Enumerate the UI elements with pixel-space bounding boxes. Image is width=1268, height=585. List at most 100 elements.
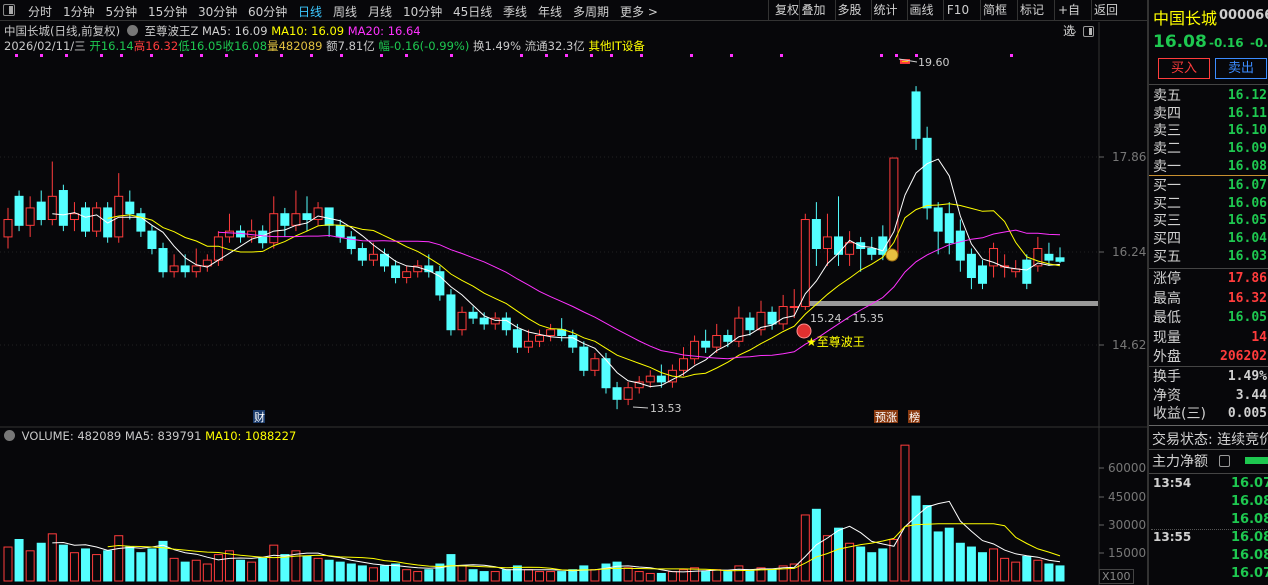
- candle-body: [778, 306, 788, 325]
- signal-dot: [895, 54, 898, 57]
- bid-row: 买五 16.03: [1153, 248, 1268, 266]
- row-value: 16.32: [1227, 290, 1267, 306]
- candle-body: [81, 207, 91, 232]
- trade-status: 交易状态: 连续竞价: [1152, 432, 1268, 448]
- candle-body: [213, 236, 223, 261]
- candle-body: [224, 230, 234, 238]
- buy-button[interactable]: 买入: [1158, 58, 1210, 79]
- tick-row: 16.07: [1153, 566, 1268, 584]
- signal-dot: [340, 54, 343, 57]
- volume-bar: [690, 567, 700, 582]
- volume-bar: [291, 550, 301, 582]
- row-label: 最高: [1153, 290, 1181, 307]
- row-value: 14: [1251, 329, 1267, 345]
- volume-bar: [1033, 559, 1043, 582]
- volume-bar: [612, 561, 622, 582]
- volume-bar: [258, 557, 268, 582]
- bid-row: 买二 16.06: [1153, 195, 1268, 213]
- candle-body: [645, 375, 655, 383]
- high-price-label: 19.60: [918, 56, 950, 69]
- volume-bar: [634, 571, 644, 582]
- volume-bar: [224, 550, 234, 582]
- price-change: -0.16: [1209, 36, 1244, 50]
- signal-dot: [545, 54, 548, 57]
- price-axis-label: 16.24: [1112, 245, 1147, 259]
- volume-bar: [479, 571, 489, 582]
- volume-bar: [701, 571, 711, 582]
- list-icon[interactable]: [1219, 455, 1230, 467]
- price-change-pct: -0.99%: [1250, 36, 1268, 50]
- candle-body: [280, 213, 290, 226]
- candle-body: [922, 137, 932, 209]
- row-label: 卖四: [1153, 105, 1181, 122]
- signal-dot: [640, 54, 643, 57]
- row-label: 卖二: [1153, 141, 1181, 158]
- signal-dot: [280, 54, 283, 57]
- candle-body: [269, 213, 279, 244]
- candle-body: [845, 242, 855, 255]
- candle-body: [191, 265, 201, 273]
- candle-body: [579, 346, 589, 371]
- candle-body: [357, 248, 367, 261]
- candle-body: [457, 311, 467, 331]
- candle-body: [25, 207, 35, 226]
- ask-row: 卖二 16.09: [1153, 140, 1268, 158]
- stock-name: 中国长城: [1153, 9, 1218, 28]
- stat-row: 现量 14: [1153, 329, 1268, 347]
- volume-bar: [81, 548, 91, 582]
- signal-dot: [310, 54, 313, 57]
- candle-body: [291, 213, 301, 226]
- volume-bar: [1011, 561, 1021, 582]
- row-label: 卖五: [1153, 88, 1181, 104]
- kline-chart[interactable]: 19.60 13.53 15.24 - 15.35 ★至尊波王财 预涨榜: [0, 0, 1147, 585]
- volume-bar: [402, 569, 412, 582]
- row-label: 买三: [1153, 213, 1181, 230]
- volume-bar: [1000, 557, 1010, 582]
- candle-body: [125, 201, 135, 215]
- row-value: 0.005: [1227, 406, 1267, 421]
- candle-body: [479, 317, 489, 325]
- volume-bar: [656, 572, 666, 582]
- volume-bar: [745, 569, 755, 582]
- volume-bar: [202, 563, 212, 582]
- volume-bar: [180, 561, 190, 582]
- volume-ma5: MA5: 839791: [124, 429, 202, 443]
- row-label: 涨停: [1153, 271, 1181, 287]
- signal-dot: [565, 54, 568, 57]
- volume-bar: [36, 542, 46, 582]
- volume-bar: [468, 569, 478, 582]
- volume-dropdown-icon[interactable]: [4, 430, 15, 441]
- candle-body: [14, 195, 24, 226]
- bid-row: 买四 16.04: [1153, 230, 1268, 248]
- signal-dot: [40, 54, 43, 57]
- row-value: 16.03: [1227, 248, 1267, 264]
- candle-body: [612, 387, 622, 400]
- forecast-tag: 预: [875, 411, 886, 424]
- candle-body: [302, 213, 312, 221]
- volume-bar: [125, 546, 135, 582]
- volume-bar: [357, 565, 367, 582]
- signal-dot: [100, 54, 103, 57]
- volume-bar: [734, 565, 744, 582]
- low-price-label: 13.53: [650, 402, 682, 415]
- signal-dot: [150, 54, 153, 57]
- sell-button[interactable]: 卖出: [1215, 58, 1267, 79]
- money-bag-icon: [885, 248, 899, 262]
- candle-body: [158, 248, 168, 273]
- volume-bar: [922, 505, 932, 582]
- row-value: 16.11: [1227, 105, 1267, 121]
- volume-bar: [856, 546, 866, 582]
- support-range-label: 15.24 - 15.35: [810, 312, 884, 325]
- candle-body: [678, 358, 688, 371]
- volume-bar: [767, 569, 777, 582]
- stat-row: 外盘 206202: [1153, 348, 1268, 366]
- volume-bar: [723, 571, 733, 582]
- volume-unit: X100: [1099, 569, 1134, 584]
- volume-bar: [69, 552, 79, 582]
- signal-dot: [610, 54, 613, 57]
- row-value: 16.05: [1227, 213, 1267, 229]
- row-label: 外盘: [1153, 349, 1181, 365]
- last-price: 16.08: [1153, 32, 1207, 52]
- signal-dot: [200, 54, 203, 57]
- volume-bar: [900, 444, 910, 582]
